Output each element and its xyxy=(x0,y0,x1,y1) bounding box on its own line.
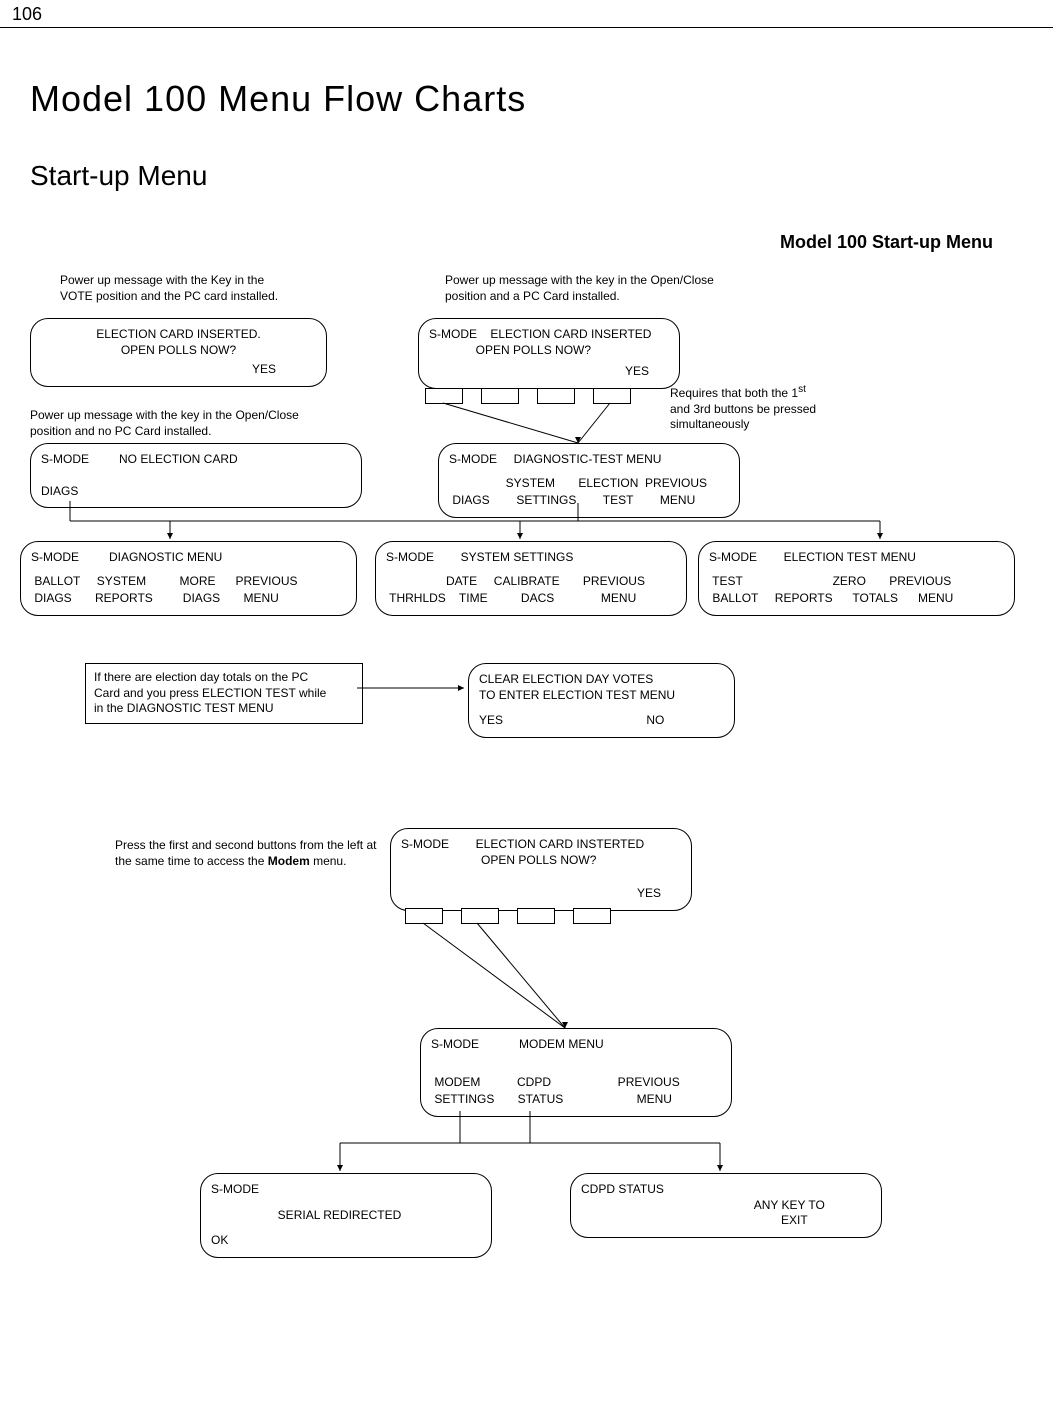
caption-openclose-nocard: Power up message with the key in the Ope… xyxy=(30,408,330,439)
screen-serial-redirected: S-MODE SERIAL REDIRECTED OK xyxy=(200,1173,492,1258)
screen-cdpd-status: CDPD STATUS ANY KEY TO EXIT xyxy=(570,1173,882,1238)
line: TO ENTER ELECTION TEST MENU xyxy=(479,688,724,704)
screen-election-test-menu: S-MODE ELECTION TEST MENU TEST ZERO PREV… xyxy=(698,541,1015,616)
screen-oc-election-card: S-MODE ELECTION CARD INSERTED OPEN POLLS… xyxy=(418,318,680,389)
line: SETTINGS STATUS MENU xyxy=(431,1092,721,1108)
option-ok: OK xyxy=(211,1233,481,1249)
screen-modem-menu: S-MODE MODEM MENU MODEM CDPD PREVIOUS SE… xyxy=(420,1028,732,1117)
line: TEST ZERO PREVIOUS xyxy=(709,574,1004,590)
screen-modem-entry: S-MODE ELECTION CARD INSTERTED OPEN POLL… xyxy=(390,828,692,911)
option-diags: DIAGS xyxy=(41,484,351,500)
line: BALLOT REPORTS TOTALS MENU xyxy=(709,591,1004,607)
hw-button xyxy=(517,908,555,924)
hw-button xyxy=(425,388,463,404)
main-title: Model 100 Menu Flow Charts xyxy=(30,78,1023,120)
screen-diagnostic-test-menu: S-MODE DIAGNOSTIC-TEST MENU SYSTEM ELECT… xyxy=(438,443,740,518)
line: S-MODE xyxy=(211,1182,481,1198)
hw-button xyxy=(405,908,443,924)
caption-both-buttons: Requires that both the 1st and 3rd butto… xyxy=(670,383,870,433)
screen-no-election-card: S-MODE NO ELECTION CARD DIAGS xyxy=(30,443,362,508)
option-yes: YES xyxy=(401,886,681,902)
line: OPEN POLLS NOW? xyxy=(41,343,316,359)
screen-system-settings: S-MODE SYSTEM SETTINGS DATE CALIBRATE PR… xyxy=(375,541,687,616)
screen-diagnostic-menu: S-MODE DIAGNOSTIC MENU BALLOT SYSTEM MOR… xyxy=(20,541,357,616)
screen-vote-election-card: ELECTION CARD INSERTED. OPEN POLLS NOW? … xyxy=(30,318,327,387)
diagram-heading: Model 100 Start-up Menu xyxy=(30,232,993,253)
line: EXIT xyxy=(581,1213,871,1229)
option-yes: YES xyxy=(429,364,669,380)
hw-button xyxy=(461,908,499,924)
hw-button xyxy=(481,388,519,404)
line: YES NO xyxy=(479,713,724,729)
line: Card and you press ELECTION TEST while xyxy=(94,686,354,702)
hw-button xyxy=(537,388,575,404)
line: ELECTION CARD INSERTED. xyxy=(41,327,316,343)
line: If there are election day totals on the … xyxy=(94,670,354,686)
line: S-MODE ELECTION CARD INSERTED xyxy=(429,327,669,343)
screen-clear-election-votes: CLEAR ELECTION DAY VOTES TO ENTER ELECTI… xyxy=(468,663,735,738)
line: BALLOT SYSTEM MORE PREVIOUS xyxy=(31,574,346,590)
line: S-MODE MODEM MENU xyxy=(431,1037,721,1053)
line: S-MODE ELECTION CARD INSTERTED xyxy=(401,837,681,853)
caption-openclose-pccard: Power up message with the key in the Ope… xyxy=(445,273,745,304)
hw-button xyxy=(573,908,611,924)
line: S-MODE DIAGNOSTIC MENU xyxy=(31,550,346,566)
line: THRHLDS TIME DACS MENU xyxy=(386,591,676,607)
flowchart-canvas: Power up message with the Key in the VOT… xyxy=(30,273,1020,1393)
line: S-MODE DIAGNOSTIC-TEST MENU xyxy=(449,452,729,468)
line: S-MODE NO ELECTION CARD xyxy=(41,452,351,468)
line: CDPD STATUS xyxy=(581,1182,871,1198)
note-election-day-totals: If there are election day totals on the … xyxy=(85,663,363,724)
line: CLEAR ELECTION DAY VOTES xyxy=(479,672,724,688)
line: DATE CALIBRATE PREVIOUS xyxy=(386,574,676,590)
line: MODEM CDPD PREVIOUS xyxy=(431,1075,721,1091)
line: ANY KEY TO xyxy=(581,1198,871,1214)
line: OPEN POLLS NOW? xyxy=(429,343,669,359)
caption-vote-powerup: Power up message with the Key in the VOT… xyxy=(60,273,320,304)
subtitle: Start-up Menu xyxy=(30,160,1023,192)
line: S-MODE SYSTEM SETTINGS xyxy=(386,550,676,566)
option-yes: YES xyxy=(41,362,316,378)
caption-modem-access: Press the first and second buttons from … xyxy=(115,838,405,869)
line: DIAGS SETTINGS TEST MENU xyxy=(449,493,729,509)
button-row-2 xyxy=(405,908,611,924)
page-number: 106 xyxy=(0,0,1053,28)
line: SERIAL REDIRECTED xyxy=(211,1208,481,1224)
line: S-MODE ELECTION TEST MENU xyxy=(709,550,1004,566)
button-row-1 xyxy=(425,388,631,404)
line: SYSTEM ELECTION PREVIOUS xyxy=(449,476,729,492)
page-content: Model 100 Menu Flow Charts Start-up Menu… xyxy=(0,28,1053,1413)
line: OPEN POLLS NOW? xyxy=(401,853,681,869)
line: in the DIAGNOSTIC TEST MENU xyxy=(94,701,354,717)
hw-button xyxy=(593,388,631,404)
line: DIAGS REPORTS DIAGS MENU xyxy=(31,591,346,607)
